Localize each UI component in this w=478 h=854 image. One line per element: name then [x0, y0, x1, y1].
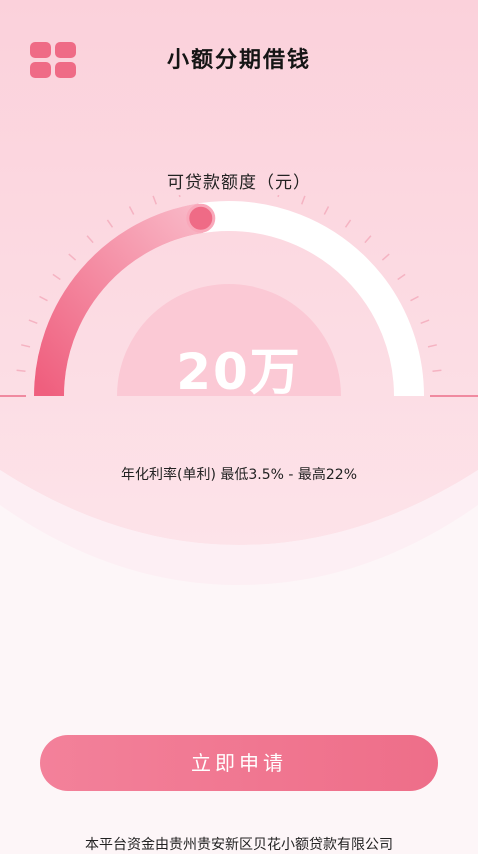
page-title: 小额分期借钱	[166, 48, 311, 73]
credit-amount: 20万	[176, 343, 302, 401]
credit-limit-label: 可贷款额度（元）	[167, 173, 311, 193]
gauge-tick	[344, 219, 352, 228]
gauge-tick	[152, 195, 158, 205]
gauge-tick	[128, 206, 135, 215]
gauge-knob[interactable]	[186, 203, 216, 233]
gauge-tick	[28, 319, 38, 325]
background	[0, 0, 478, 850]
footer-disclaimer: 本平台资金由贵州贵安新区贝花小额贷款有限公司	[85, 837, 393, 853]
gauge-tick	[39, 295, 48, 302]
gauge-tick	[397, 273, 406, 281]
gauge-tick	[277, 195, 280, 198]
apply-now-button[interactable]: 立即申请	[40, 735, 438, 791]
gauge-tick	[300, 195, 306, 205]
gauge-tick	[178, 195, 181, 198]
gauge-tick	[323, 206, 330, 215]
gauge-tick	[364, 235, 372, 244]
gauge-tick	[381, 253, 390, 261]
gauge-tick	[52, 273, 61, 281]
gauge-tick	[68, 253, 77, 261]
gauge-tick	[86, 235, 94, 244]
gauge-tick	[410, 295, 419, 302]
interest-rate: 年化利率(单利) 最低3.5% - 最高22%	[120, 467, 357, 483]
gauge-tick	[420, 319, 430, 325]
gauge-tick	[106, 219, 114, 228]
header: 小额分期借钱	[0, 28, 478, 88]
